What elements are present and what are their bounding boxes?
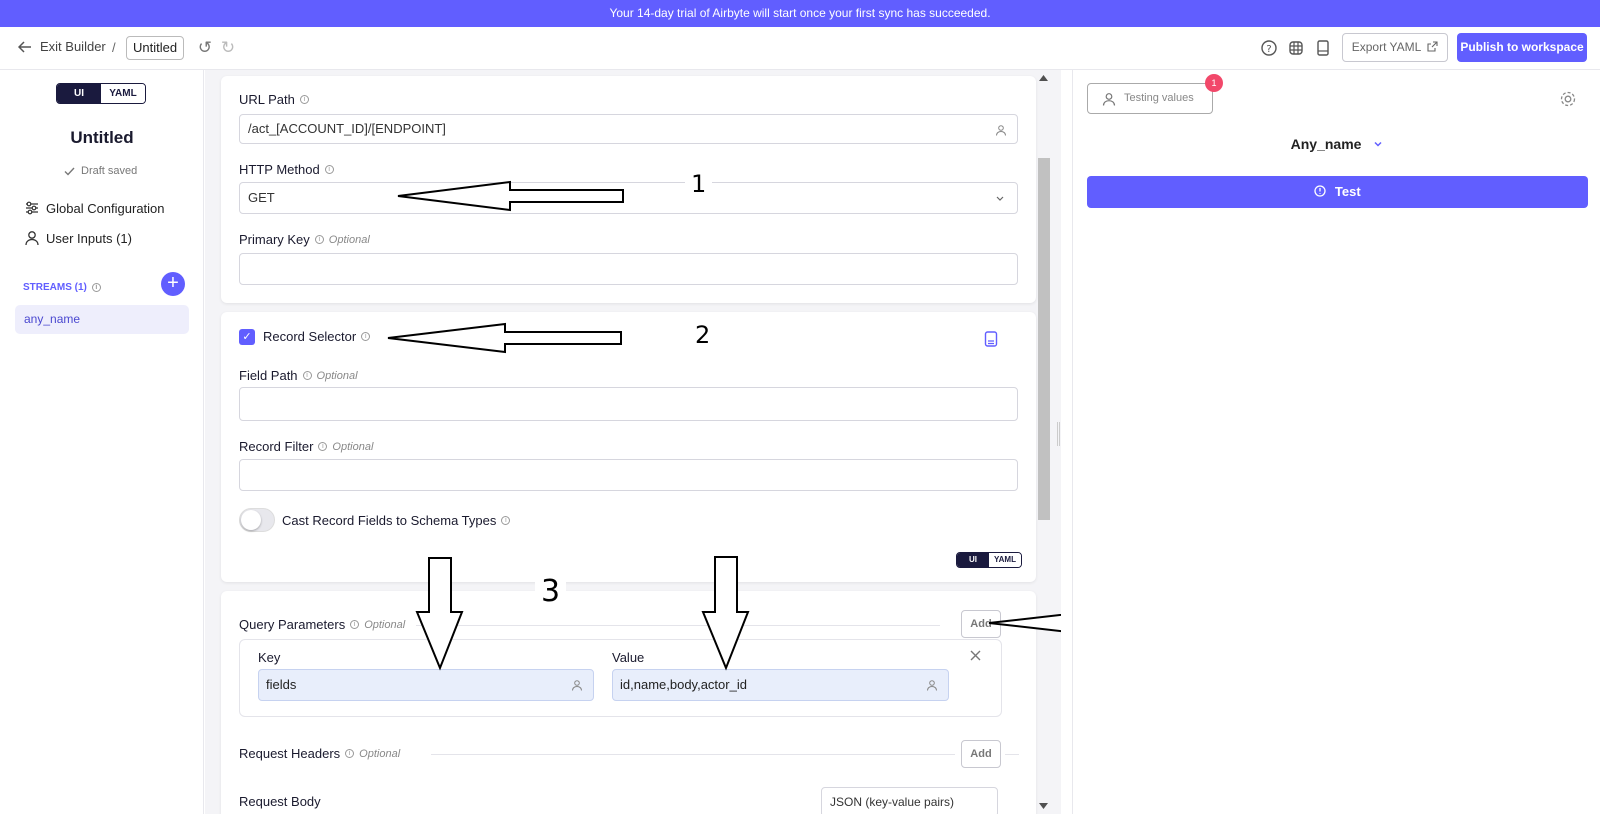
sidebar: UI YAML Untitled Draft saved Global Conf… (0, 70, 204, 814)
export-yaml-label: Export YAML (1351, 40, 1421, 54)
stream-selector-label: Any_name (1290, 136, 1362, 152)
ui-toggle-option[interactable]: UI (57, 84, 101, 103)
annotation-arrow-3a (415, 557, 464, 671)
connector-name: Untitled (70, 128, 134, 147)
redo-icon[interactable]: ↻ (218, 38, 238, 58)
exit-builder-button[interactable]: Exit Builder (18, 39, 106, 54)
exit-builder-label: Exit Builder (40, 39, 106, 54)
external-link-icon (1427, 41, 1438, 52)
scroll-thumb[interactable] (1038, 158, 1050, 520)
draft-status-label: Draft saved (81, 165, 138, 177)
trial-banner: Your 14-day trial of Airbyte will start … (0, 0, 1600, 27)
chevron-down-icon (1374, 141, 1382, 147)
draft-status: Draft saved (64, 165, 137, 177)
sliders-icon (26, 201, 38, 215)
stream-editor: URL Path i /act_[ACCOUNT_ID]/[ENDPOINT] H… (205, 70, 1061, 814)
annotation-arrows (387, 180, 1061, 671)
top-bar: Exit Builder / Untitled ↺ ↻ ? Export YAM… (0, 27, 1600, 70)
view-mode-toggle[interactable]: UI YAML (56, 83, 146, 104)
annotation-arrow-2 (387, 322, 622, 354)
test-label: Test (1334, 184, 1361, 199)
svg-text:?: ? (1266, 44, 1271, 55)
user-inputs-label: User Inputs (1) (46, 230, 132, 246)
stream-item[interactable]: any_name (15, 305, 189, 334)
yaml-toggle-option[interactable]: YAML (101, 84, 145, 103)
annotation-arrow-3b (701, 556, 750, 671)
annotation-2: 2 (689, 322, 717, 348)
testing-panel: Testing values 1 Any_name Test (1057, 70, 1600, 814)
scroll-down-icon[interactable] (1039, 803, 1048, 809)
testing-values-label: Testing values (1124, 92, 1194, 104)
test-button[interactable]: Test (1087, 176, 1588, 208)
streams-header: STREAMS (1) i (23, 282, 101, 293)
add-stream-button[interactable]: + (161, 272, 185, 296)
user-icon (1102, 93, 1116, 106)
scroll-up-icon[interactable] (1039, 75, 1048, 81)
panel-resize-handle[interactable] (1057, 422, 1060, 446)
annotation-3: 3 (535, 576, 567, 608)
check-icon (64, 167, 75, 176)
arrow-left-icon (18, 40, 31, 53)
stream-selector[interactable]: Any_name (1073, 136, 1600, 152)
notification-badge: 1 (1205, 74, 1223, 92)
testing-values-button[interactable]: Testing values (1087, 83, 1213, 114)
info-icon: i (91, 283, 101, 292)
gear-icon[interactable] (1559, 90, 1577, 108)
alert-circle-icon (1314, 185, 1326, 197)
global-configuration-label: Global Configuration (46, 200, 165, 216)
slack-icon[interactable] (1287, 39, 1305, 57)
breadcrumb-separator: / (112, 40, 116, 55)
global-configuration-link[interactable]: Global Configuration (24, 200, 165, 216)
streams-label: STREAMS (1) (23, 282, 87, 293)
user-icon (25, 231, 39, 246)
annotation-1: 1 (685, 171, 713, 197)
publish-button[interactable]: Publish to workspace (1457, 33, 1587, 62)
connector-title-input[interactable]: Untitled (126, 36, 185, 60)
help-icon[interactable]: ? (1260, 39, 1278, 57)
export-yaml-button[interactable]: Export YAML (1342, 33, 1448, 62)
user-inputs-link[interactable]: User Inputs (1) (24, 230, 132, 246)
annotation-arrow-1 (397, 180, 624, 212)
undo-icon[interactable]: ↺ (195, 38, 215, 58)
docs-icon[interactable] (1314, 39, 1332, 57)
